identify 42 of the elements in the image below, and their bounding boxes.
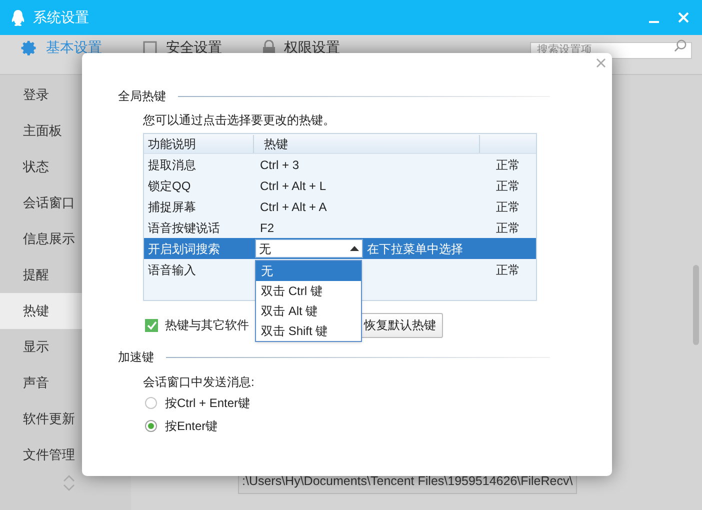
window-title: 系统设置 [33, 8, 89, 27]
table-cell-text: 正常 [495, 220, 520, 236]
table-cell-text: 正常 [495, 198, 520, 216]
table-cell-text: Ctrl + 3 [259, 156, 300, 174]
section-title: 全局热键 [118, 88, 166, 105]
table-cell-text: 语音按键说话 [147, 220, 221, 236]
section-title: 加速键 [118, 349, 154, 366]
hotkey-combobox[interactable]: 无 [255, 239, 363, 258]
close-button[interactable] [595, 57, 607, 69]
search-icon [674, 39, 687, 52]
prompt-text: 会话窗口中发送消息: [143, 374, 256, 391]
table-cell-text: 捕捉屏幕 [147, 198, 197, 216]
caret-up-icon [350, 246, 359, 251]
dropdown-option[interactable]: 无 [256, 261, 361, 281]
table-cell-text: 开启划词搜索 [147, 240, 221, 258]
penguin-logo-icon [10, 8, 26, 26]
column-header[interactable]: 热键 [254, 134, 480, 152]
table-cell-text: F2 [259, 220, 276, 236]
dropdown-option[interactable]: 双击 Ctrl 键 [256, 281, 361, 301]
table-cell-text: 正常 [495, 262, 520, 278]
hint-text: 在下拉菜单中选择 [366, 240, 463, 258]
chevron-up-icon[interactable] [62, 475, 74, 482]
gear-icon [20, 38, 38, 56]
description-text: 您可以通过点击选择要更改的热键。 [143, 112, 336, 129]
radio-label: 按Ctrl + Enter键 [165, 394, 250, 412]
table-cell-text: Ctrl + Alt + A [259, 198, 328, 216]
table-cell-text: 语音输入 [147, 262, 197, 278]
chevron-down-icon[interactable] [62, 484, 74, 491]
table-cell-text: Ctrl + Alt + L [259, 178, 328, 194]
table-cell-text: 正常 [495, 178, 520, 194]
checkbox[interactable] [145, 318, 158, 332]
table-cell-text: 锁定QQ [147, 178, 192, 194]
column-header[interactable]: 功能说明 [144, 134, 254, 152]
scrollbar-thumb[interactable] [693, 265, 699, 345]
radio-label: 按Enter键 [165, 418, 218, 434]
radio-button[interactable] [145, 420, 157, 432]
table-cell-text: 提取消息 [147, 156, 197, 174]
radio-button[interactable] [145, 396, 157, 408]
checkbox-label: 热键与其它软件 [165, 317, 249, 334]
table-cell-text: 正常 [495, 156, 520, 174]
minimize-icon [649, 20, 659, 22]
close-icon [678, 12, 688, 23]
